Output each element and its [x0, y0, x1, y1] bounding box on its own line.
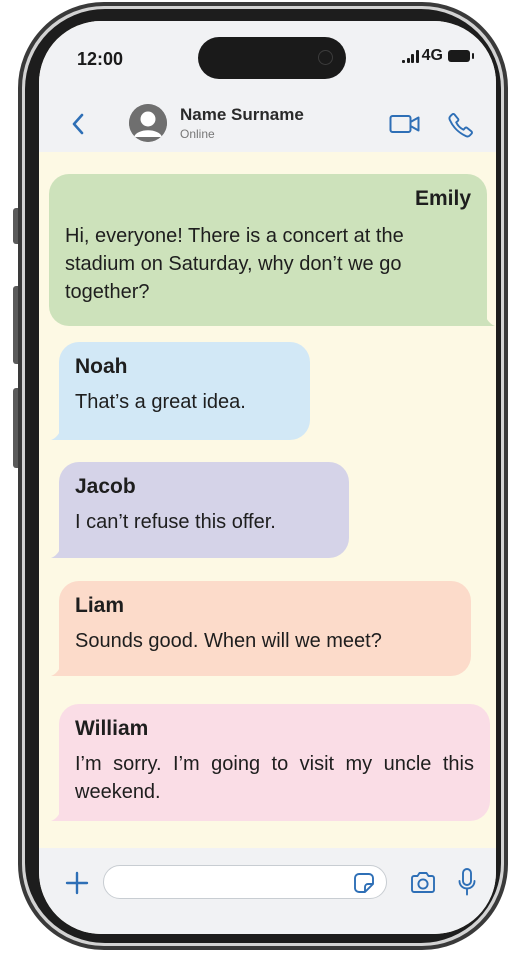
message-sender: Jacob [75, 475, 136, 498]
message-sender: William [75, 717, 149, 740]
message-content: William I’m sorry. I’m going to visit my… [59, 704, 490, 821]
message-bubble[interactable]: William I’m sorry. I’m going to visit my… [51, 704, 490, 821]
camera-button[interactable] [409, 870, 437, 896]
dynamic-island [198, 37, 346, 79]
contact-name[interactable]: Name Surname [180, 105, 304, 125]
avatar[interactable] [129, 104, 167, 142]
message-content: Liam Sounds good. When will we meet? [59, 581, 471, 676]
video-camera-icon [389, 115, 420, 133]
message-content: Emily Hi, everyone! There is a concert a… [49, 174, 487, 326]
message-text: I can’t refuse this offer. [75, 511, 276, 533]
status-time: 12:00 [77, 49, 124, 69]
message-content: Jacob I can’t refuse this offer. [59, 462, 349, 558]
message-sender: Liam [75, 594, 125, 617]
message-bubble[interactable]: Liam Sounds good. When will we meet? [51, 581, 471, 676]
status-bar: 12:00 4G [39, 21, 496, 98]
avatar-icon [129, 104, 167, 142]
message-text: I’m sorry. I’m going to visit my uncle t… [75, 753, 474, 803]
microphone-icon [458, 868, 476, 896]
voice-call-button[interactable] [448, 112, 474, 138]
attach-button[interactable] [64, 870, 90, 896]
message-bubble[interactable]: Jacob I can’t refuse this offer. [51, 462, 349, 558]
microphone-button[interactable] [457, 867, 477, 897]
network-type: 4G [421, 47, 443, 64]
phone-icon [448, 112, 473, 138]
message-text: That’s a great idea. [75, 391, 246, 413]
message-input[interactable] [103, 865, 387, 899]
message-bubble[interactable]: Emily Hi, everyone! There is a concert a… [49, 174, 495, 326]
message-text: Hi, everyone! There is a concert at the … [65, 225, 404, 303]
back-button[interactable] [65, 108, 91, 140]
status-indicators: 4G [402, 47, 474, 65]
chat-header: Name Surname Online [39, 98, 496, 152]
back-chevron-icon [72, 113, 84, 135]
message-sender: Emily [414, 187, 471, 210]
sticker-icon [354, 873, 374, 893]
front-camera-icon [318, 50, 333, 65]
message-sender: Noah [75, 355, 128, 378]
camera-icon [411, 872, 435, 893]
phone-screen: 12:00 4G Name Surname Online Emily Hi, e… [39, 21, 496, 934]
contact-status: Online [180, 127, 215, 141]
message-text: Sounds good. When will we meet? [75, 630, 382, 652]
signal-strength-icon [402, 49, 419, 63]
sticker-button[interactable] [353, 872, 375, 894]
battery-icon [448, 50, 474, 62]
message-content: Noah That’s a great idea. [59, 342, 310, 440]
plus-icon [65, 871, 89, 895]
message-input-bar [39, 848, 496, 934]
video-call-button[interactable] [389, 113, 421, 135]
message-bubble[interactable]: Noah That’s a great idea. [51, 342, 310, 440]
